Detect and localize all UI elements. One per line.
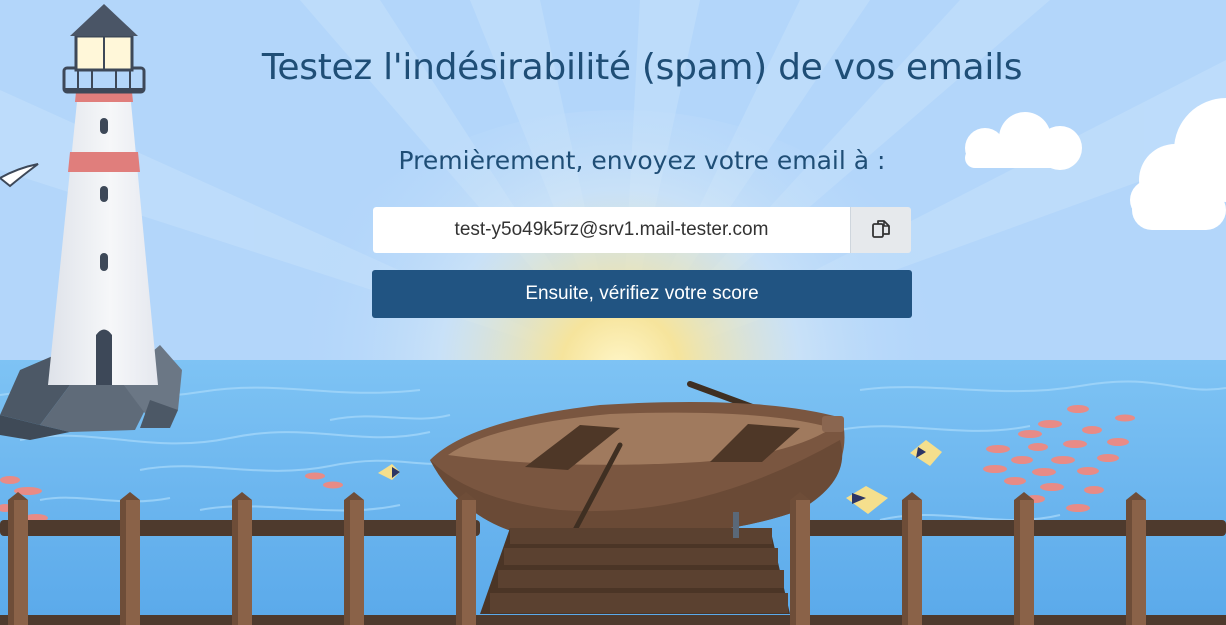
check-score-button[interactable]: Ensuite, vérifiez votre score (372, 270, 912, 318)
send-instruction: Premièrement, envoyez votre email à : (398, 146, 886, 175)
email-address-group (373, 207, 911, 253)
copy-icon (870, 218, 892, 243)
copy-email-button[interactable] (850, 207, 911, 253)
page-title: Testez l'indésirabilité (spam) de vos em… (261, 47, 1023, 88)
email-address-field[interactable] (373, 207, 850, 253)
